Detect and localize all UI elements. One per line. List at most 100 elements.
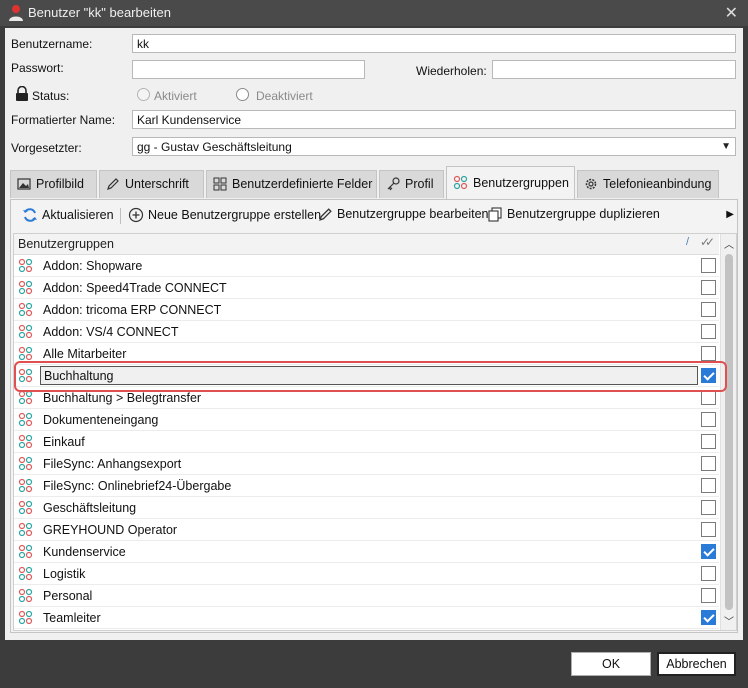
- group-icon: [18, 610, 33, 625]
- tab-profil[interactable]: Profil: [379, 170, 444, 198]
- password-label: Passwort:: [11, 61, 64, 75]
- password-field[interactable]: [132, 60, 365, 79]
- table-row[interactable]: Buchhaltung: [14, 365, 719, 387]
- tab-telefonieanbindung[interactable]: Telefonieanbindung: [577, 170, 719, 198]
- table-row[interactable]: FileSync: Anhangsexport: [14, 453, 719, 475]
- group-checkbox[interactable]: [701, 522, 716, 537]
- refresh-icon: [23, 208, 37, 222]
- group-icon: [18, 258, 33, 273]
- table-row[interactable]: Buchhaltung > Belegtransfer: [14, 387, 719, 409]
- table-row[interactable]: Geschäftsleitung: [14, 497, 719, 519]
- table-row[interactable]: Teamleiter: [14, 607, 719, 629]
- group-checkbox[interactable]: [701, 258, 716, 273]
- table-row[interactable]: Personal: [14, 585, 719, 607]
- tab-label: Unterschrift: [125, 177, 189, 191]
- table-row[interactable]: Kundenservice: [14, 541, 719, 563]
- group-name: Personal: [43, 589, 93, 603]
- group-icon: [453, 175, 468, 190]
- group-checkbox[interactable]: [701, 390, 716, 405]
- ok-button[interactable]: OK: [571, 652, 651, 676]
- group-checkbox[interactable]: [701, 610, 716, 625]
- chevron-right-icon[interactable]: ▶: [726, 209, 734, 220]
- group-checkbox[interactable]: [701, 588, 716, 603]
- duplicate-group-button[interactable]: Benutzergruppe duplizieren: [488, 207, 660, 225]
- group-icon: [18, 566, 33, 581]
- status-inactive-radio[interactable]: [236, 88, 249, 101]
- group-icon: [18, 324, 33, 339]
- table-row[interactable]: Addon: Shopware: [14, 255, 719, 277]
- group-name: Dokumenteneingang: [43, 413, 159, 427]
- new-group-button[interactable]: Neue Benutzergruppe erstellen: [128, 207, 321, 225]
- group-grid: Benutzergruppen / ✓✓ Addon: Shopware Addo…: [13, 233, 737, 631]
- status-active-radio[interactable]: [137, 88, 150, 101]
- tab-profilbild[interactable]: Profilbild: [10, 170, 97, 198]
- table-row[interactable]: Addon: tricoma ERP CONNECT: [14, 299, 719, 321]
- pen-icon: [107, 178, 119, 190]
- tab-label: Benutzergruppen: [473, 176, 569, 190]
- group-icon: [18, 302, 33, 317]
- cancel-button[interactable]: Abbrechen: [657, 652, 736, 676]
- group-checkbox[interactable]: [701, 566, 716, 581]
- new-group-label: Neue Benutzergruppe erstellen: [148, 208, 322, 222]
- group-icon: [18, 412, 33, 427]
- group-icon: [18, 588, 33, 603]
- scrollbar-thumb[interactable]: [725, 254, 733, 610]
- table-row[interactable]: Addon: VS/4 CONNECT: [14, 321, 719, 343]
- group-checkbox[interactable]: [701, 280, 716, 295]
- group-checkbox[interactable]: [701, 302, 716, 317]
- table-row[interactable]: Dokumenteneingang: [14, 409, 719, 431]
- chevron-up-icon[interactable]: ︿: [724, 236, 734, 251]
- supervisor-select[interactable]: gg - Gustav Geschäftsleitung ▼: [132, 137, 736, 156]
- group-checkbox[interactable]: [701, 346, 716, 361]
- table-row[interactable]: Alle Mitarbeiter: [14, 343, 719, 365]
- table-row[interactable]: Logistik: [14, 563, 719, 585]
- edit-group-button[interactable]: Benutzergruppe bearbeiten: [318, 207, 489, 225]
- username-field[interactable]: kk: [132, 34, 736, 53]
- group-checkbox[interactable]: [701, 324, 716, 339]
- group-checkbox[interactable]: [701, 412, 716, 427]
- chevron-down-icon[interactable]: ﹀: [724, 613, 734, 628]
- group-checkbox[interactable]: [701, 544, 716, 559]
- check-all-icon[interactable]: ✓✓: [700, 235, 715, 249]
- group-checkbox[interactable]: [701, 500, 716, 515]
- tab-benutzergruppen[interactable]: Benutzergruppen: [446, 166, 575, 199]
- repeat-password-field[interactable]: [492, 60, 736, 79]
- add-circle-icon: [128, 207, 144, 223]
- tab-bar: Profilbild Unterschrift Benutzerdefinier…: [10, 166, 738, 199]
- refresh-label: Aktualisieren: [42, 208, 114, 222]
- group-icon: [18, 478, 33, 493]
- tab-label: Profil: [405, 177, 434, 191]
- group-icon: [18, 346, 33, 361]
- duplicate-icon: [488, 207, 502, 222]
- repeat-label: Wiederholen:: [416, 64, 487, 78]
- group-checkbox[interactable]: [701, 368, 716, 383]
- formatted-name-label: Formatierter Name:: [11, 113, 116, 127]
- group-name: FileSync: Onlinebrief24-Übergabe: [43, 479, 232, 493]
- tab-benutzerdefinierte-felder[interactable]: Benutzerdefinierte Felder: [206, 170, 377, 198]
- tab-label: Profilbild: [36, 177, 84, 191]
- table-row[interactable]: Addon: Speed4Trade CONNECT: [14, 277, 719, 299]
- status-label: Status:: [32, 89, 70, 103]
- formatted-name-field[interactable]: Karl Kundenservice: [132, 110, 736, 129]
- group-name: Buchhaltung > Belegtransfer: [43, 391, 202, 405]
- title-bar[interactable]: Benutzer "kk" bearbeiten ✕: [0, 0, 748, 26]
- key-icon: [387, 177, 400, 191]
- window-title: Benutzer "kk" bearbeiten: [28, 5, 171, 20]
- cancel-label: Abbrechen: [666, 657, 727, 671]
- group-checkbox[interactable]: [701, 434, 716, 449]
- tab-unterschrift[interactable]: Unterschrift: [99, 170, 204, 198]
- refresh-button[interactable]: Aktualisieren: [22, 207, 114, 225]
- grid-header-label: Benutzergruppen: [18, 237, 114, 251]
- table-row[interactable]: GREYHOUND Operator: [14, 519, 719, 541]
- group-checkbox[interactable]: [701, 456, 716, 471]
- table-row[interactable]: FileSync: Onlinebrief24-Übergabe: [14, 475, 719, 497]
- lock-icon: [16, 86, 28, 101]
- table-row[interactable]: Einkauf: [14, 431, 719, 453]
- close-icon[interactable]: ✕: [725, 3, 738, 23]
- edit-group-label: Benutzergruppe bearbeiten: [337, 207, 489, 221]
- group-icon: [18, 456, 33, 471]
- group-checkbox[interactable]: [701, 478, 716, 493]
- chevron-down-icon: ▼: [721, 141, 731, 152]
- vertical-scrollbar[interactable]: ︿ ﹀: [720, 234, 736, 630]
- dialog-window: Benutzer "kk" bearbeiten ✕ Benutzername:…: [0, 0, 748, 688]
